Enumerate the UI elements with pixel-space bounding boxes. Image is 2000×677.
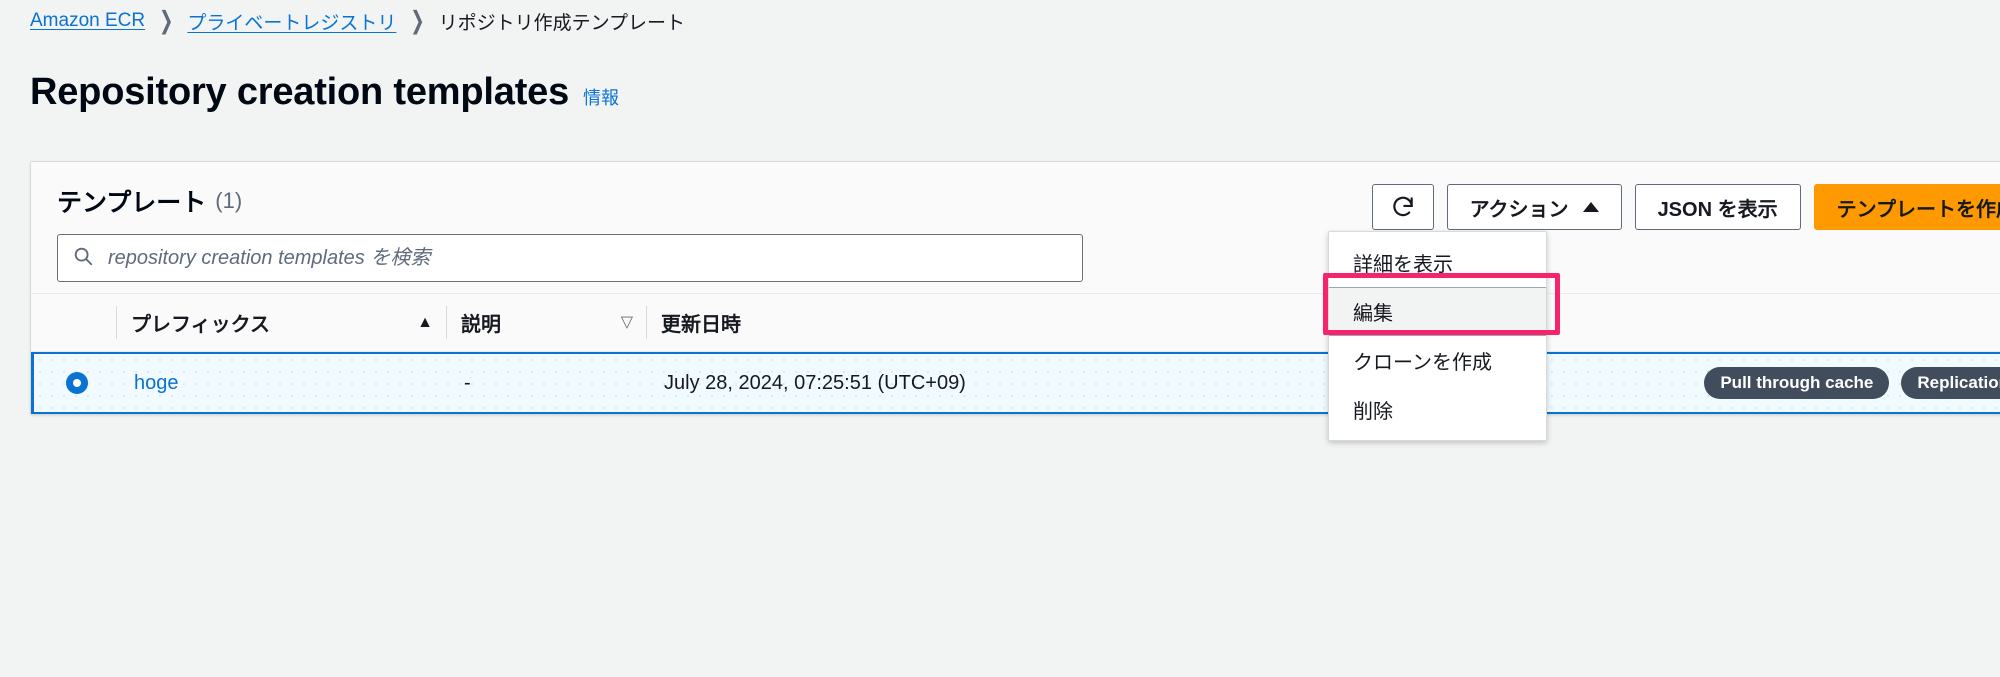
sort-descending-icon[interactable]: ▽ [621, 314, 633, 331]
templates-card: テンプレート (1) アクション JSON を表示 テンプレートを作成 repo… [30, 161, 2000, 441]
caret-up-icon [1582, 202, 1599, 212]
breadcrumb-item-current: リポジトリ作成テンプレート [438, 12, 686, 34]
refresh-button[interactable] [1371, 184, 1434, 230]
page-root: Amazon ECR ❯ プライベートレジストリ ❯ リポジトリ作成テンプレート… [0, 0, 2000, 677]
row-select-cell [34, 372, 120, 394]
breadcrumb-separator-icon: ❯ [410, 6, 425, 35]
create-template-button[interactable]: テンプレートを作成 [1813, 184, 2000, 230]
row-radio-button[interactable] [66, 372, 88, 394]
table-header-updated-label: 更新日時 [661, 314, 741, 336]
table-header-description[interactable]: 説明 ▽ [447, 294, 647, 351]
table-row[interactable]: hoge - July 28, 2024, 07:25:51 (UTC+09) … [31, 352, 2000, 414]
table-header-applied [1207, 294, 2000, 351]
info-link[interactable]: 情報 [583, 84, 619, 110]
actions-button[interactable]: アクション [1446, 184, 1622, 230]
actions-dropdown-menu: 詳細を表示 編集 クローンを作成 削除 [1328, 231, 1547, 441]
table-header-prefix-label: プレフィックス [131, 314, 270, 336]
menu-item-create-clone[interactable]: クローンを作成 [1329, 336, 1546, 385]
row-badges: Pull through cache Replication [1704, 367, 2000, 399]
sort-ascending-icon[interactable]: ▲ [417, 314, 433, 331]
row-description-cell: - [464, 371, 471, 394]
view-json-button[interactable]: JSON を表示 [1634, 184, 1801, 230]
table-header-select [31, 294, 117, 351]
breadcrumb-separator-icon: ❯ [159, 6, 174, 35]
breadcrumb: Amazon ECR ❯ プライベートレジストリ ❯ リポジトリ作成テンプレート [30, 6, 685, 36]
search-icon [72, 245, 94, 272]
row-updated-cell: July 28, 2024, 07:25:51 (UTC+09) [664, 371, 966, 394]
table-header-updated[interactable]: 更新日時 [647, 294, 1207, 351]
row-prefix-link[interactable]: hoge [134, 372, 179, 395]
toolbar: アクション JSON を表示 テンプレートを作成 [1371, 184, 2000, 230]
card-title: テンプレート [57, 189, 207, 217]
search-box[interactable] [57, 234, 1083, 282]
actions-button-label: アクション [1469, 198, 1569, 221]
card-count: (1) [215, 188, 243, 213]
table-header-row: プレフィックス ▲ 説明 ▽ 更新日時 [31, 294, 2000, 352]
status-badge-pull-through-cache: Pull through cache [1704, 367, 1890, 399]
table-header-description-label: 説明 [461, 314, 501, 336]
refresh-icon [1390, 194, 1416, 220]
status-badge-replication: Replication [1901, 367, 2000, 399]
row-prefix-cell: hoge [120, 372, 450, 395]
table-header-prefix[interactable]: プレフィックス ▲ [117, 294, 447, 351]
card-header: テンプレート (1) アクション JSON を表示 テンプレートを作成 repo… [31, 162, 2000, 441]
page-title-row: Repository creation templates 情報 [30, 71, 619, 114]
page-title: Repository creation templates [30, 71, 570, 113]
search-input[interactable] [106, 245, 1068, 271]
menu-item-view-details[interactable]: 詳細を表示 [1329, 238, 1546, 287]
breadcrumb-item-private-registry[interactable]: プライベートレジストリ [187, 8, 396, 35]
menu-item-edit[interactable]: 編集 [1329, 287, 1546, 336]
templates-table: プレフィックス ▲ 説明 ▽ 更新日時 hoge - July 28, 2024… [31, 294, 2000, 414]
menu-item-delete[interactable]: 削除 [1329, 385, 1546, 434]
breadcrumb-item-amazon-ecr[interactable]: Amazon ECR [30, 10, 145, 32]
